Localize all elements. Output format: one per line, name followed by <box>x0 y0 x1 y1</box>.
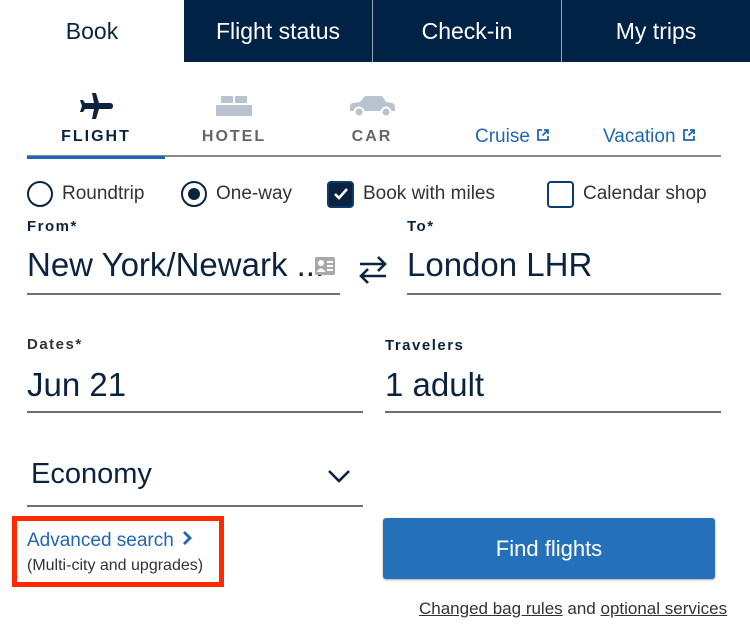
chevron-down-icon <box>327 468 351 489</box>
tab-check-in[interactable]: Check-in <box>373 0 562 62</box>
car-icon <box>348 90 396 122</box>
checkbox-unchecked-icon <box>547 180 574 208</box>
travelers-label: Travelers <box>385 337 465 354</box>
footer-connector: and <box>562 599 601 618</box>
cabin-value: Economy <box>31 458 152 490</box>
top-nav-tabs: Book Flight status Check-in My trips <box>0 0 750 62</box>
roundtrip-label: Roundtrip <box>62 183 145 204</box>
tab-flight-status[interactable]: Flight status <box>184 0 373 62</box>
dates-value: Jun 21 <box>27 366 127 403</box>
radio-selected-icon <box>181 181 207 207</box>
product-tabs: FLIGHT HOTEL CAR Cruise Vacation <box>27 90 721 159</box>
advanced-search-sublabel: (Multi-city and upgrades) <box>27 557 204 574</box>
travelers-input[interactable]: 1 adult <box>385 358 721 413</box>
book-with-miles-label: Book with miles <box>363 183 495 204</box>
checkbox-checked-icon <box>327 180 354 208</box>
bed-icon <box>214 90 254 122</box>
roundtrip-radio[interactable]: Roundtrip <box>27 178 144 210</box>
from-label: From* <box>27 218 78 235</box>
product-tab-label: HOTEL <box>201 128 267 145</box>
airplane-icon <box>78 90 114 122</box>
optional-services-link[interactable]: optional services <box>600 599 727 618</box>
to-label: To* <box>407 218 435 235</box>
calendar-shop-label: Calendar shop <box>583 183 707 204</box>
from-input[interactable]: New York/Newark ... <box>27 240 340 295</box>
swap-arrows-icon <box>359 256 387 284</box>
calendar-shop-checkbox[interactable]: Calendar shop <box>547 178 707 210</box>
product-tab-flight[interactable]: FLIGHT <box>27 90 165 159</box>
product-tab-label: CAR <box>351 128 393 145</box>
dates-input[interactable]: Jun 21 <box>27 358 363 413</box>
product-tab-car[interactable]: CAR <box>303 90 441 157</box>
advanced-search-highlight: Advanced search (Multi-city and upgrades… <box>12 516 224 587</box>
one-way-label: One-way <box>216 183 293 204</box>
one-way-radio[interactable]: One-way <box>181 178 292 210</box>
vacation-link[interactable]: Vacation <box>603 126 696 148</box>
travelers-value: 1 adult <box>385 366 485 403</box>
vacation-link-label: Vacation <box>603 126 676 147</box>
advanced-search-label: Advanced search <box>27 530 174 551</box>
tab-my-trips[interactable]: My trips <box>562 0 750 62</box>
to-input[interactable]: London LHR <box>407 240 721 295</box>
contact-card-icon[interactable] <box>314 256 336 281</box>
to-value: London LHR <box>407 246 593 283</box>
swap-airports-button[interactable] <box>356 253 390 287</box>
cruise-link[interactable]: Cruise <box>475 126 550 148</box>
external-link-icon <box>536 126 550 148</box>
chevron-right-icon <box>182 530 192 552</box>
dates-label: Dates* <box>27 336 83 353</box>
book-with-miles-checkbox[interactable]: Book with miles <box>327 178 495 210</box>
from-value: New York/Newark ... <box>27 246 325 283</box>
cruise-link-label: Cruise <box>475 126 530 147</box>
footer-links: Changed bag rules and optional services <box>419 599 727 619</box>
changed-bag-rules-link[interactable]: Changed bag rules <box>419 599 563 618</box>
tab-book[interactable]: Book <box>0 0 184 62</box>
radio-unselected-icon <box>27 181 53 207</box>
product-tab-hotel[interactable]: HOTEL <box>165 90 303 157</box>
product-tab-label: FLIGHT <box>61 128 131 145</box>
cabin-select[interactable]: Economy <box>27 450 363 507</box>
advanced-search-link[interactable]: Advanced search <box>27 530 192 552</box>
find-flights-button[interactable]: Find flights <box>383 518 715 579</box>
external-link-icon <box>682 126 696 148</box>
